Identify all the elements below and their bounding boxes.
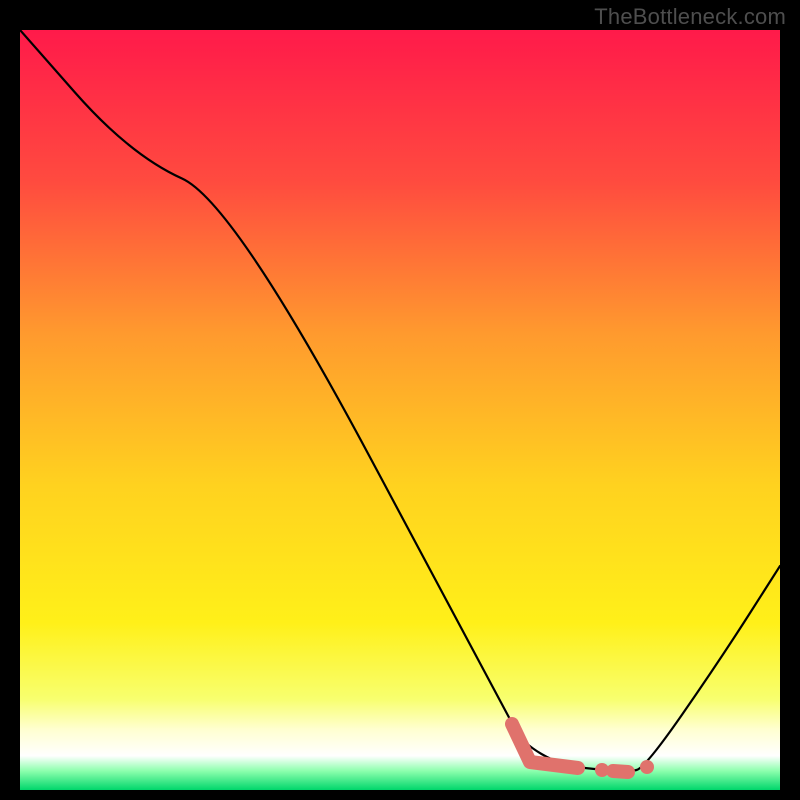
gradient-bg xyxy=(20,30,780,790)
optimal-marker-dot xyxy=(640,760,654,774)
chart-frame xyxy=(20,30,780,790)
optimal-marker-segment xyxy=(613,771,628,772)
chart-svg xyxy=(20,30,780,790)
watermark-text: TheBottleneck.com xyxy=(594,4,786,30)
